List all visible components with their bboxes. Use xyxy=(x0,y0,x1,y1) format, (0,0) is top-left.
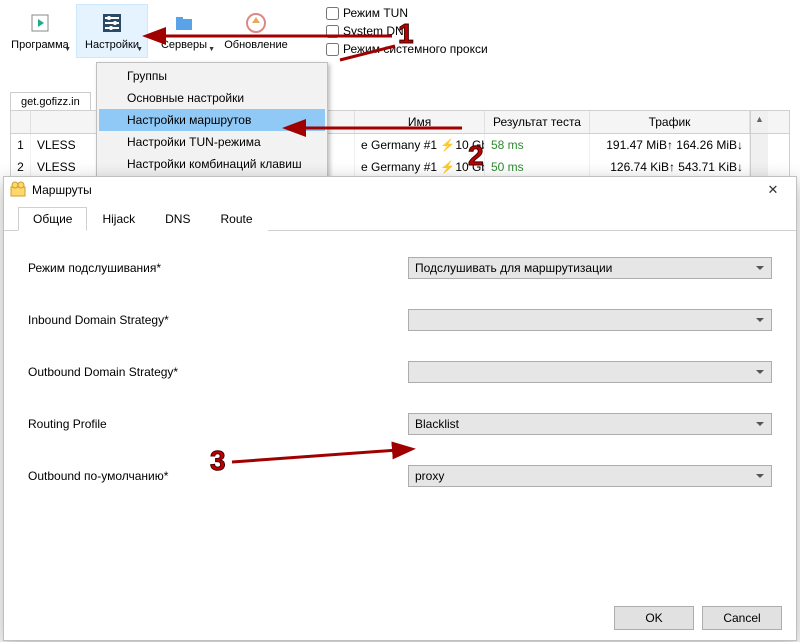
dialog-icon xyxy=(10,181,26,200)
close-icon: ✕ xyxy=(768,182,779,198)
col-traffic[interactable]: Трафик xyxy=(590,111,750,133)
tab-dns[interactable]: DNS xyxy=(150,207,205,231)
dialog-close-button[interactable]: ✕ xyxy=(750,177,796,203)
toolbar-update-label: Обновление xyxy=(224,39,288,51)
system-proxy-checkbox[interactable]: Режим системного прокси xyxy=(326,42,488,56)
col-test[interactable]: Результат теста xyxy=(485,111,590,133)
general-form: Режим подслушивания* Подслушивать для ма… xyxy=(4,231,796,543)
sniffing-value: Подслушивать для маршрутизации xyxy=(415,261,612,275)
subscription-tab[interactable]: get.gofizz.in xyxy=(10,92,91,112)
dialog-titlebar[interactable]: Маршруты xyxy=(4,177,796,203)
row-name: e Germany #1 ⚡10 Gbit xyxy=(355,134,485,156)
row-traffic: 191.47 MiB↑ 164.26 MiB↓ xyxy=(590,134,750,156)
inbound-strategy-label: Inbound Domain Strategy* xyxy=(28,313,408,327)
toolbar-program-button[interactable]: Программа ▼ xyxy=(4,4,76,58)
row-test: 50 ms xyxy=(485,156,590,178)
sniffing-select[interactable]: Подслушивать для маршрутизации xyxy=(408,257,772,279)
tab-general[interactable]: Общие xyxy=(18,207,87,231)
routing-profile-select[interactable]: Blacklist xyxy=(408,413,772,435)
default-outbound-value: proxy xyxy=(415,469,444,483)
tun-mode-label: Режим TUN xyxy=(343,6,408,20)
dialog-tabs: Общие Hijack DNS Route xyxy=(4,205,796,231)
toolbar-settings-label: Настройки xyxy=(85,39,139,51)
dropdown-icon: ▼ xyxy=(208,46,215,53)
row-test: 58 ms xyxy=(485,134,590,156)
sliders-icon xyxy=(100,11,124,35)
tab-hijack[interactable]: Hijack xyxy=(87,207,150,231)
cancel-button[interactable]: Cancel xyxy=(702,606,782,630)
vertical-scrollbar[interactable]: ▲ xyxy=(750,111,768,133)
row-index: 1 xyxy=(11,134,31,156)
folder-icon xyxy=(172,11,196,35)
routes-dialog: Маршруты ✕ Общие Hijack DNS Route Режим … xyxy=(3,176,797,641)
outbound-strategy-select[interactable] xyxy=(408,361,772,383)
dialog-title: Маршруты xyxy=(32,183,92,197)
menu-route-settings[interactable]: Настройки маршрутов xyxy=(99,109,325,131)
row-index: 2 xyxy=(11,156,31,178)
system-proxy-label: Режим системного прокси xyxy=(343,42,488,56)
menu-tun-settings[interactable]: Настройки TUN-режима xyxy=(99,131,325,153)
sniffing-label: Режим подслушивания* xyxy=(28,261,408,275)
dropdown-icon: ▼ xyxy=(64,46,71,53)
menu-hotkey-settings[interactable]: Настройки комбинаций клавиш xyxy=(99,153,325,175)
row-name: e Germany #1 ⚡10 Gbit xyxy=(355,156,485,178)
tun-mode-checkbox[interactable]: Режим TUN xyxy=(326,6,488,20)
col-name[interactable]: Имя xyxy=(355,111,485,133)
toolbar-settings-button[interactable]: Настройки ▼ xyxy=(76,4,148,58)
toolbar-program-label: Программа xyxy=(11,39,69,51)
menu-basic-settings[interactable]: Основные настройки xyxy=(99,87,325,109)
dropdown-icon: ▼ xyxy=(136,46,143,53)
system-dns-label: System DN xyxy=(343,24,404,38)
default-outbound-select[interactable]: proxy xyxy=(408,465,772,487)
routing-profile-label: Routing Profile xyxy=(28,417,408,431)
row-traffic: 126.74 KiB↑ 543.71 KiB↓ xyxy=(590,156,750,178)
tab-route[interactable]: Route xyxy=(205,207,267,231)
outbound-strategy-label: Outbound Domain Strategy* xyxy=(28,365,408,379)
toolbar-servers-label: Серверы xyxy=(161,39,207,51)
ok-button[interactable]: OK xyxy=(614,606,694,630)
inbound-strategy-select[interactable] xyxy=(408,309,772,331)
play-icon xyxy=(28,11,52,35)
toolbar-update-button[interactable]: Обновление xyxy=(220,4,292,58)
options-panel: Режим TUN System DN Режим системного про… xyxy=(326,6,488,56)
toolbar-servers-button[interactable]: Серверы ▼ xyxy=(148,4,220,58)
menu-groups[interactable]: Группы xyxy=(99,65,325,87)
routing-profile-value: Blacklist xyxy=(415,417,459,431)
update-icon xyxy=(244,11,268,35)
default-outbound-label: Outbound по-умолчанию* xyxy=(28,469,408,483)
scroll-up-icon: ▲ xyxy=(755,114,764,124)
system-dns-checkbox[interactable]: System DN xyxy=(326,24,488,38)
